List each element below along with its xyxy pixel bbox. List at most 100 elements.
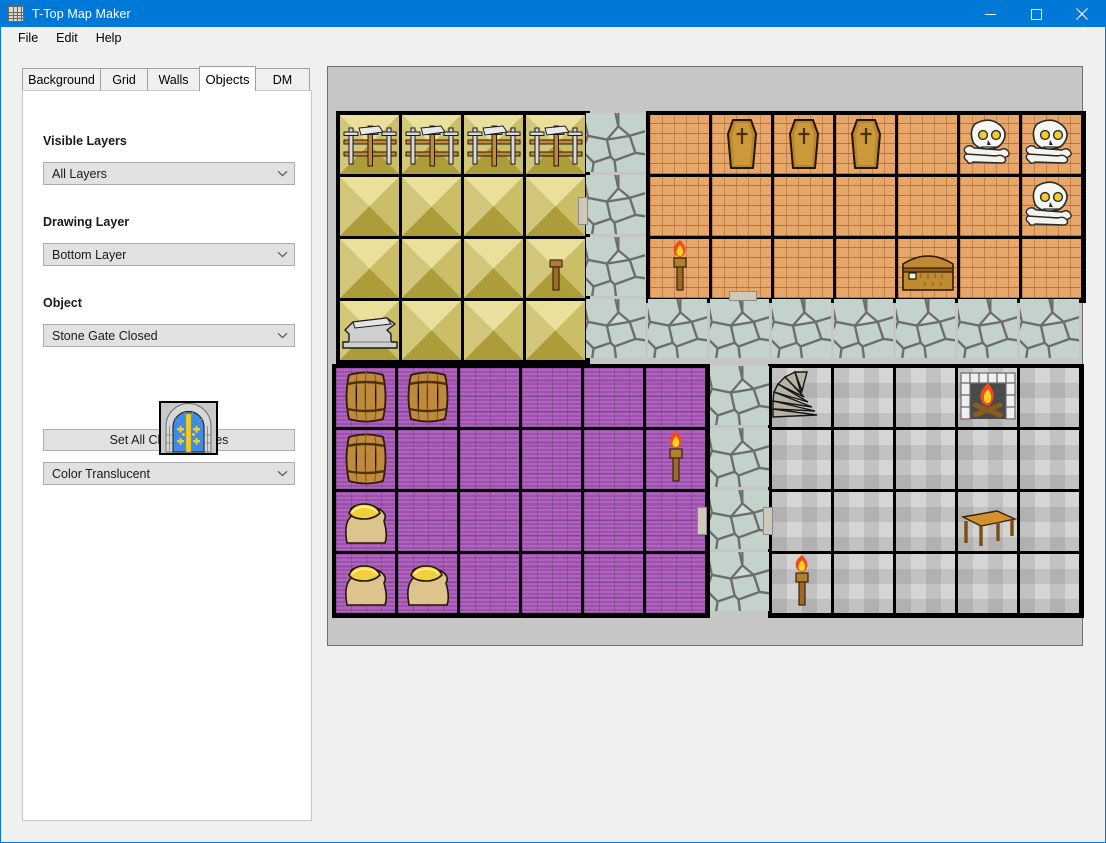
tab-dm[interactable]: DM — [255, 68, 310, 90]
map-tile[interactable] — [646, 368, 705, 427]
map-tile[interactable] — [522, 554, 581, 613]
color-mode-select[interactable]: Color Translucent — [43, 462, 295, 485]
table-icon[interactable] — [957, 491, 1019, 553]
close-button[interactable] — [1059, 1, 1105, 27]
club-icon[interactable] — [525, 238, 587, 300]
anvil-icon[interactable] — [339, 300, 401, 362]
coffin-icon[interactable] — [711, 114, 773, 176]
map-tile[interactable] — [834, 368, 893, 427]
map-tile[interactable] — [710, 299, 769, 358]
menu-file[interactable]: File — [9, 29, 47, 47]
map-tile[interactable] — [1020, 368, 1079, 427]
map-tile[interactable] — [526, 301, 585, 360]
sack-icon[interactable] — [335, 553, 397, 615]
map-tile[interactable] — [836, 239, 895, 298]
tab-grid[interactable]: Grid — [100, 68, 148, 90]
skull-bones-icon[interactable] — [959, 114, 1021, 176]
map-tile[interactable] — [834, 554, 893, 613]
map-tile[interactable] — [1020, 430, 1079, 489]
barrel-icon[interactable] — [397, 367, 459, 429]
maximize-button[interactable] — [1013, 1, 1059, 27]
map-tile[interactable] — [772, 299, 831, 358]
menu-edit[interactable]: Edit — [47, 29, 87, 47]
map-tile[interactable] — [584, 430, 643, 489]
map-tile[interactable] — [460, 430, 519, 489]
map-tile[interactable] — [522, 430, 581, 489]
map-tile[interactable] — [712, 239, 771, 298]
tab-objects[interactable]: Objects — [199, 66, 256, 91]
chest-icon[interactable] — [897, 238, 959, 300]
map-tile[interactable] — [836, 177, 895, 236]
map-tile[interactable] — [464, 239, 523, 298]
door-armory-east[interactable] — [578, 197, 588, 225]
skull-bones-icon[interactable] — [1021, 176, 1083, 238]
torch-icon[interactable] — [645, 429, 707, 491]
map-tile[interactable] — [584, 554, 643, 613]
map-tile[interactable] — [460, 554, 519, 613]
map-tile[interactable] — [710, 552, 769, 611]
minimize-button[interactable] — [967, 1, 1013, 27]
door-hall-west[interactable] — [763, 507, 773, 535]
map-tile[interactable] — [898, 177, 957, 236]
map-tile[interactable] — [710, 366, 769, 425]
map-tile[interactable] — [1020, 299, 1079, 358]
barrel-icon[interactable] — [335, 367, 397, 429]
map-tile[interactable] — [834, 492, 893, 551]
map-tile[interactable] — [340, 239, 399, 298]
weapon-rack-icon[interactable] — [463, 114, 525, 176]
map-tile[interactable] — [1022, 239, 1081, 298]
map-tile[interactable] — [834, 299, 893, 358]
barrel-icon[interactable] — [335, 429, 397, 491]
map-tile[interactable] — [340, 177, 399, 236]
visible-layers-select[interactable]: All Layers — [43, 162, 295, 185]
torch-icon[interactable] — [649, 238, 711, 300]
map-tile[interactable] — [710, 490, 769, 549]
map-tile[interactable] — [464, 177, 523, 236]
map-tile[interactable] — [586, 113, 645, 172]
map-tile[interactable] — [650, 177, 709, 236]
door-crypt-south[interactable] — [729, 291, 757, 301]
map-tile[interactable] — [898, 115, 957, 174]
map-tile[interactable] — [648, 299, 707, 358]
map-tile[interactable] — [1020, 554, 1079, 613]
map-tile[interactable] — [398, 492, 457, 551]
map-tile[interactable] — [958, 554, 1017, 613]
skull-bones-icon[interactable] — [1021, 114, 1083, 176]
map-tile[interactable] — [896, 299, 955, 358]
coffin-icon[interactable] — [835, 114, 897, 176]
map-tile[interactable] — [896, 492, 955, 551]
map-tile[interactable] — [526, 177, 585, 236]
coffin-icon[interactable] — [773, 114, 835, 176]
map-tile[interactable] — [774, 239, 833, 298]
map-tile[interactable] — [402, 177, 461, 236]
map-tile[interactable] — [896, 368, 955, 427]
sack-icon[interactable] — [397, 553, 459, 615]
door-storage-east[interactable] — [697, 507, 707, 535]
weapon-rack-icon[interactable] — [339, 114, 401, 176]
weapon-rack-icon[interactable] — [401, 114, 463, 176]
map-tile[interactable] — [584, 368, 643, 427]
map-tile[interactable] — [460, 492, 519, 551]
map-tile[interactable] — [960, 239, 1019, 298]
map-tile[interactable] — [586, 175, 645, 234]
map-tile[interactable] — [402, 239, 461, 298]
map-tile[interactable] — [402, 301, 461, 360]
map-tile[interactable] — [896, 430, 955, 489]
map-tile[interactable] — [960, 177, 1019, 236]
map-tile[interactable] — [586, 299, 645, 358]
object-select[interactable]: Stone Gate Closed — [43, 324, 295, 347]
map-canvas[interactable] — [327, 66, 1086, 646]
torch-icon[interactable] — [771, 553, 833, 615]
sack-icon[interactable] — [335, 491, 397, 553]
map-tile[interactable] — [398, 430, 457, 489]
map-tile[interactable] — [460, 368, 519, 427]
map-tile[interactable] — [650, 115, 709, 174]
spiral-stairs-icon[interactable] — [771, 367, 833, 429]
map-tile[interactable] — [464, 301, 523, 360]
menu-help[interactable]: Help — [87, 29, 131, 47]
map-tile[interactable] — [772, 430, 831, 489]
map-tile[interactable] — [774, 177, 833, 236]
map-tile[interactable] — [1020, 492, 1079, 551]
map-tile[interactable] — [522, 368, 581, 427]
map-tile[interactable] — [522, 492, 581, 551]
